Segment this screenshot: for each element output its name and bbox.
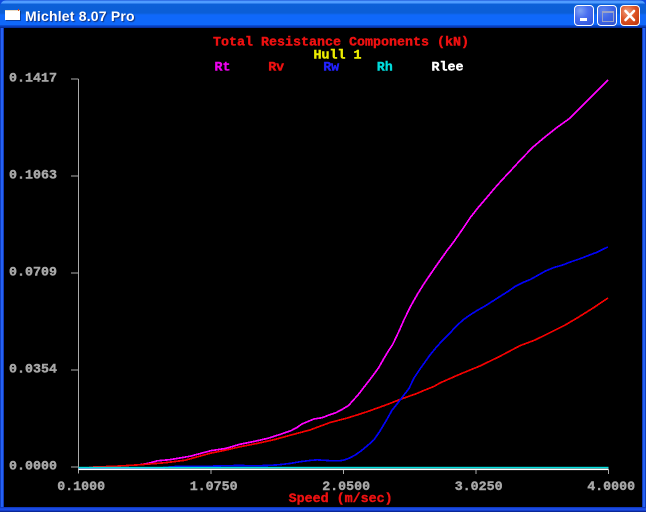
svg-text:Speed (m/sec): Speed (m/sec) [289,492,393,507]
svg-text:1.0750: 1.0750 [190,480,238,495]
svg-text:0.1063: 0.1063 [9,168,57,183]
svg-text:0.1417: 0.1417 [9,71,57,86]
svg-text:0.0709: 0.0709 [9,265,57,280]
svg-text:Rw: Rw [323,61,339,76]
svg-text:4.0000: 4.0000 [587,480,635,495]
svg-text:3.0250: 3.0250 [455,480,503,495]
svg-text:Rt: Rt [215,61,231,76]
svg-text:0.0354: 0.0354 [9,362,57,377]
svg-text:Rlee: Rlee [432,61,464,76]
svg-text:Rh: Rh [377,61,393,76]
svg-text:0.1000: 0.1000 [57,480,105,495]
svg-text:0.0000: 0.0000 [9,459,57,474]
svg-text:Rv: Rv [268,61,284,76]
